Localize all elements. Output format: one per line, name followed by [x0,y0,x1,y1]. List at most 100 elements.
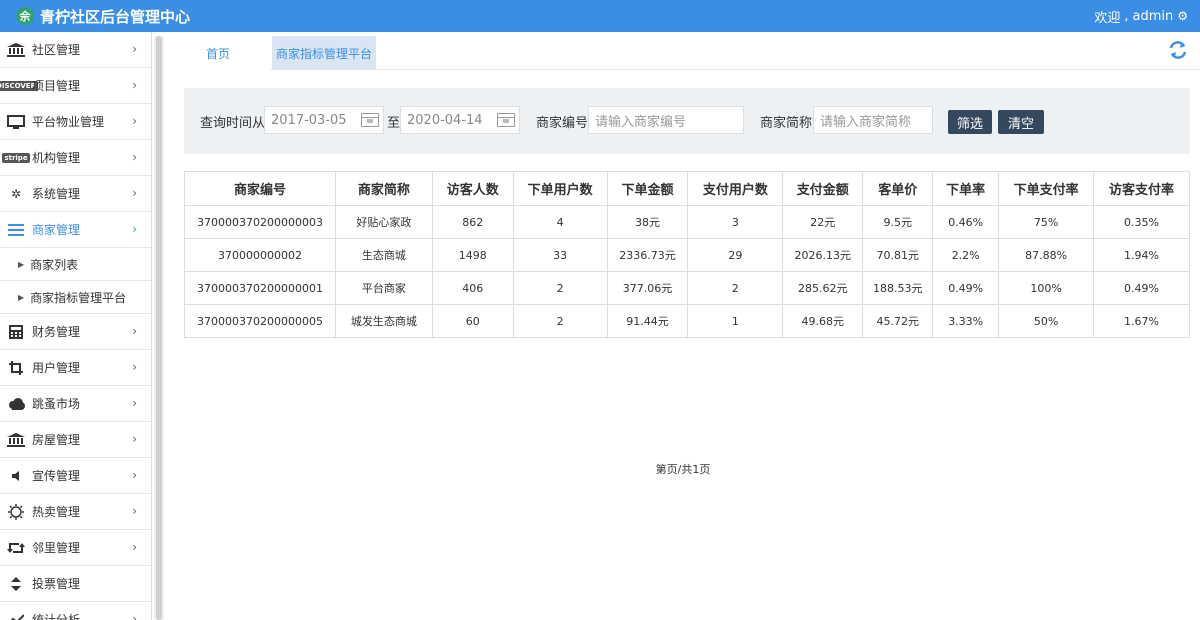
table-cell: 33 [512,238,608,272]
merchant-no-label: 商家编号: [536,116,593,131]
merchant-short-label: 商家简称: [760,116,817,131]
top-bar: 佘 青柠社区后台管理中心 欢迎 , admin ⚙ [0,0,1200,32]
sidebar-item-label: 社区管理 [32,43,81,57]
table-cell: 2 [687,271,784,305]
date-from-value: 2017-03-05 [271,112,347,128]
sidebar-item-property[interactable]: 平台物业管理 › [0,104,151,140]
table-cell: 188.53元 [862,271,934,305]
col-order-pay-rate: 下单支付率 [998,171,1095,206]
table-cell: 370000370200000005 [184,304,336,338]
col-order-users: 下单用户数 [512,171,608,206]
sidebar-item-merchant[interactable]: 商家管理 › [0,212,151,248]
sidebar-item-finance[interactable]: 财务管理 › [0,314,151,350]
table-cell: 0.46% [932,205,1000,239]
filter-panel: 查询时间从 2017-03-05 至 2020-04-14 商家编号: 请输入商… [184,88,1190,154]
sidebar-item-label: 系统管理 [32,187,81,201]
caret-right-icon: ▶ [18,259,25,269]
volume-icon [6,469,26,483]
stripe-icon: stripe [2,152,30,163]
pagination-info: 第页/共1页 [655,463,711,476]
table-cell: 2.2% [932,238,1000,272]
merchant-no-placeholder: 请输入商家编号 [595,114,687,130]
sidebar-item-system[interactable]: ✲ 系统管理 › [0,176,151,212]
table-cell: 285.62元 [782,271,864,305]
gear-icon[interactable]: ⚙ [1177,9,1188,23]
merchant-no-input[interactable]: 请输入商家编号 [588,106,744,134]
table-cell: 生态商城 [334,238,433,272]
sidebar-item-organization[interactable]: stripe 机构管理 › [0,140,151,176]
chevron-right-icon: › [132,360,137,374]
chevron-right-icon: › [132,612,137,620]
table-cell: 1 [687,304,784,338]
clear-button[interactable]: 清空 [998,110,1044,134]
sidebar-item-label: 房屋管理 [32,433,81,447]
sidebar-item-community[interactable]: 社区管理 › [0,32,151,68]
chart-icon [6,613,26,620]
sidebar-item-housing[interactable]: 房屋管理 › [0,422,151,458]
app-logo-icon: 佘 [16,7,34,25]
list-icon [6,223,26,237]
cloud-icon [6,397,26,411]
filter-button[interactable]: 筛选 [948,110,992,134]
sidebar-item-voting[interactable]: 投票管理 [0,566,151,602]
sidebar-item-project[interactable]: DISCOVER 项目管理 › [0,68,151,104]
table-row[interactable]: 370000370200000001 平台商家 406 2 377.06元 2 … [184,271,1190,305]
table-cell: 9.5元 [862,205,934,239]
table-row[interactable]: 370000370200000005 城发生态商城 60 2 91.44元 1 … [184,304,1190,338]
refresh-icon[interactable] [1168,40,1188,60]
scrollbar-thumb[interactable] [156,36,162,620]
table-cell: 370000000002 [184,238,336,272]
sidebar-item-flea-market[interactable]: 跳蚤市场 › [0,386,151,422]
table-header-row: 商家编号 商家简称 访客人数 下单用户数 下单金额 支付用户数 支付金额 客单价… [184,171,1190,206]
table-cell: 49.68元 [782,304,864,338]
sidebar-scrollbar[interactable] [154,36,164,620]
sidebar-item-label: 统计分析 [32,613,81,620]
table-row[interactable]: 370000000002 生态商城 1498 33 2336.73元 29 20… [184,238,1190,272]
table-row[interactable]: 370000370200000003 好贴心家政 862 4 38元 3 22元… [184,205,1190,239]
date-to-input[interactable]: 2020-04-14 [400,106,520,134]
date-from-input[interactable]: 2017-03-05 [264,106,384,134]
welcome-text: 欢迎 [1094,10,1121,26]
col-pay-amount: 支付金额 [782,171,864,206]
col-visitor-pay-rate: 访客支付率 [1093,171,1190,206]
chevron-right-icon: › [132,42,137,56]
monitor-icon [6,114,26,129]
table-cell: 370000370200000001 [184,271,336,305]
app-title: 青柠社区后台管理中心 [40,7,191,26]
tab-bar: 首页 商家指标管理平台 [166,32,1200,70]
chevron-right-icon: › [132,504,137,518]
table-cell: 0.35% [1093,205,1190,239]
table-cell: 87.88% [998,238,1095,272]
table-cell: 好贴心家政 [334,205,433,239]
sidebar-item-label: 投票管理 [32,577,81,591]
col-merchant-short: 商家简称 [334,171,433,206]
chevron-down-icon: › [132,222,137,236]
calendar-icon[interactable] [361,113,379,127]
sun-icon [6,503,26,520]
discover-card-icon: DISCOVER [0,79,38,93]
col-merchant-no: 商家编号 [184,171,336,206]
time-from-label: 查询时间从 [200,116,266,131]
sidebar-subitem-merchant-list[interactable]: ▶ 商家列表 [0,248,151,281]
sidebar-item-user[interactable]: 用户管理 › [0,350,151,386]
to-label: 至 [387,116,401,131]
username[interactable]: admin [1133,9,1174,24]
calculator-icon [6,324,26,339]
welcome-separator: , [1124,8,1129,24]
table-cell: 29 [687,238,784,272]
sidebar-item-neighborhood[interactable]: 邻里管理 › [0,530,151,566]
sidebar-item-label: 用户管理 [32,361,81,375]
caret-right-icon: ▶ [18,292,25,302]
chevron-right-icon: › [132,468,137,482]
sidebar-subitem-merchant-metrics[interactable]: ▶ 商家指标管理平台 [0,281,151,314]
sidebar-item-label: 商家管理 [32,223,81,237]
sidebar-item-promotion[interactable]: 宣传管理 › [0,458,151,494]
sidebar-item-hot-sale[interactable]: 热卖管理 › [0,494,151,530]
chevron-right-icon: › [132,150,137,164]
calendar-icon[interactable] [497,113,515,127]
sidebar-item-statistics[interactable]: 统计分析 › [0,602,151,620]
merchant-metrics-table: 商家编号 商家简称 访客人数 下单用户数 下单金额 支付用户数 支付金额 客单价… [184,171,1190,338]
merchant-short-input[interactable]: 请输入商家简称 [813,106,933,134]
tab-merchant-metrics[interactable]: 商家指标管理平台 [272,36,376,70]
tab-home[interactable]: 首页 [166,36,270,70]
